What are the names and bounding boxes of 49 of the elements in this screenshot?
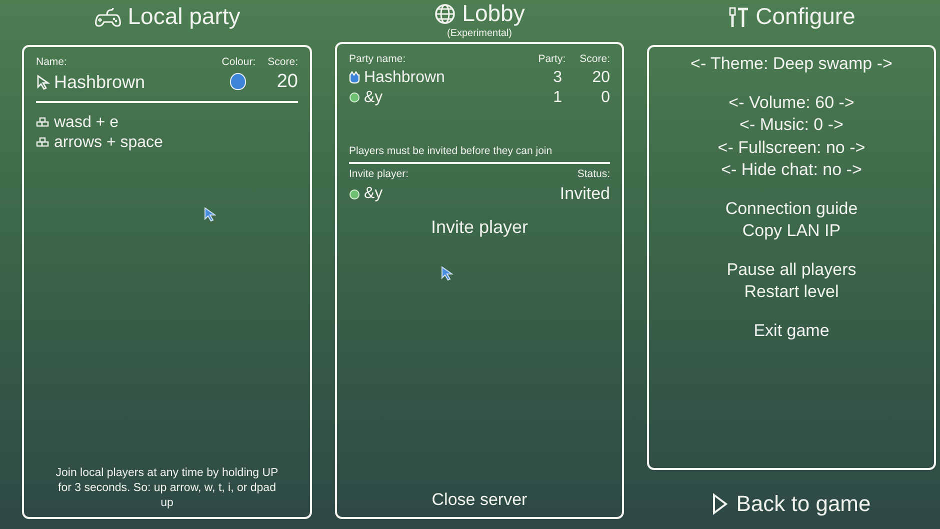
player-score: 0 — [600, 88, 610, 108]
column-header: Score: — [268, 55, 298, 70]
player-score: 20 — [591, 68, 610, 88]
join-hint: Join local players at any time by holding UP for 3 seconds. So: up arrow, w, t, i, or dpad up — [54, 466, 280, 511]
player-name: Hashbrown — [364, 68, 445, 88]
party-size: 1 — [552, 88, 562, 108]
player-name: Hashbrown — [54, 70, 146, 93]
menu-option[interactable]: <- Fullscreen: no -> — [661, 136, 922, 159]
player-score: 20 — [276, 70, 298, 93]
menu-option[interactable]: <- Volume: 60 -> — [661, 92, 922, 114]
control-scheme[interactable]: arrows + space — [54, 132, 163, 153]
menu-option[interactable]: Restart level — [661, 281, 922, 304]
close-server-button[interactable]: Close server — [432, 486, 528, 512]
panel-subtitle: (Experimental) — [446, 28, 514, 40]
player-name: &y — [364, 88, 383, 108]
menu-option[interactable]: <- Theme: Deep swamp -> — [661, 53, 922, 76]
party-size: 3 — [552, 68, 562, 88]
back-to-game-button[interactable]: Back to game — [712, 487, 871, 520]
column-header: Status: — [577, 166, 610, 182]
column-header: Party name: — [349, 52, 406, 67]
gamepad-icon — [94, 6, 122, 28]
column-header: Invite player: — [349, 166, 409, 182]
pointer-icon — [36, 74, 50, 90]
panel-title: Local party — [128, 4, 240, 30]
panel-title: Configure — [756, 4, 856, 30]
menu-option[interactable]: Pause all players — [661, 258, 922, 281]
cursor-icon — [204, 207, 216, 222]
column-header: Name: — [36, 55, 67, 70]
invite-notice: Players must be invited before they can join — [349, 144, 554, 159]
play-icon — [712, 492, 728, 514]
cursor-icon — [441, 266, 453, 281]
column-header: Score: — [580, 52, 610, 67]
invite-status: Invited — [560, 184, 610, 204]
menu-option[interactable]: Connection guide — [661, 198, 922, 220]
menu-option[interactable]: Exit game — [661, 320, 922, 342]
tools-icon — [728, 5, 750, 29]
control-scheme[interactable]: wasd + e — [54, 112, 118, 133]
menu-option[interactable]: Copy LAN IP — [661, 220, 922, 242]
menu-option[interactable]: <- Hide chat: no -> — [661, 159, 922, 182]
column-header: Colour: — [222, 55, 256, 70]
keys-icon — [36, 137, 50, 148]
panel-title: Lobby — [462, 1, 525, 27]
keys-icon — [36, 117, 50, 128]
player-name[interactable]: &y — [364, 184, 383, 204]
menu-option[interactable]: <- Music: 0 -> — [661, 114, 922, 136]
invite-button[interactable]: Invite player — [430, 214, 528, 242]
colour-dot[interactable] — [230, 73, 246, 90]
column-header: Party: — [538, 52, 566, 67]
globe-icon — [434, 3, 456, 25]
